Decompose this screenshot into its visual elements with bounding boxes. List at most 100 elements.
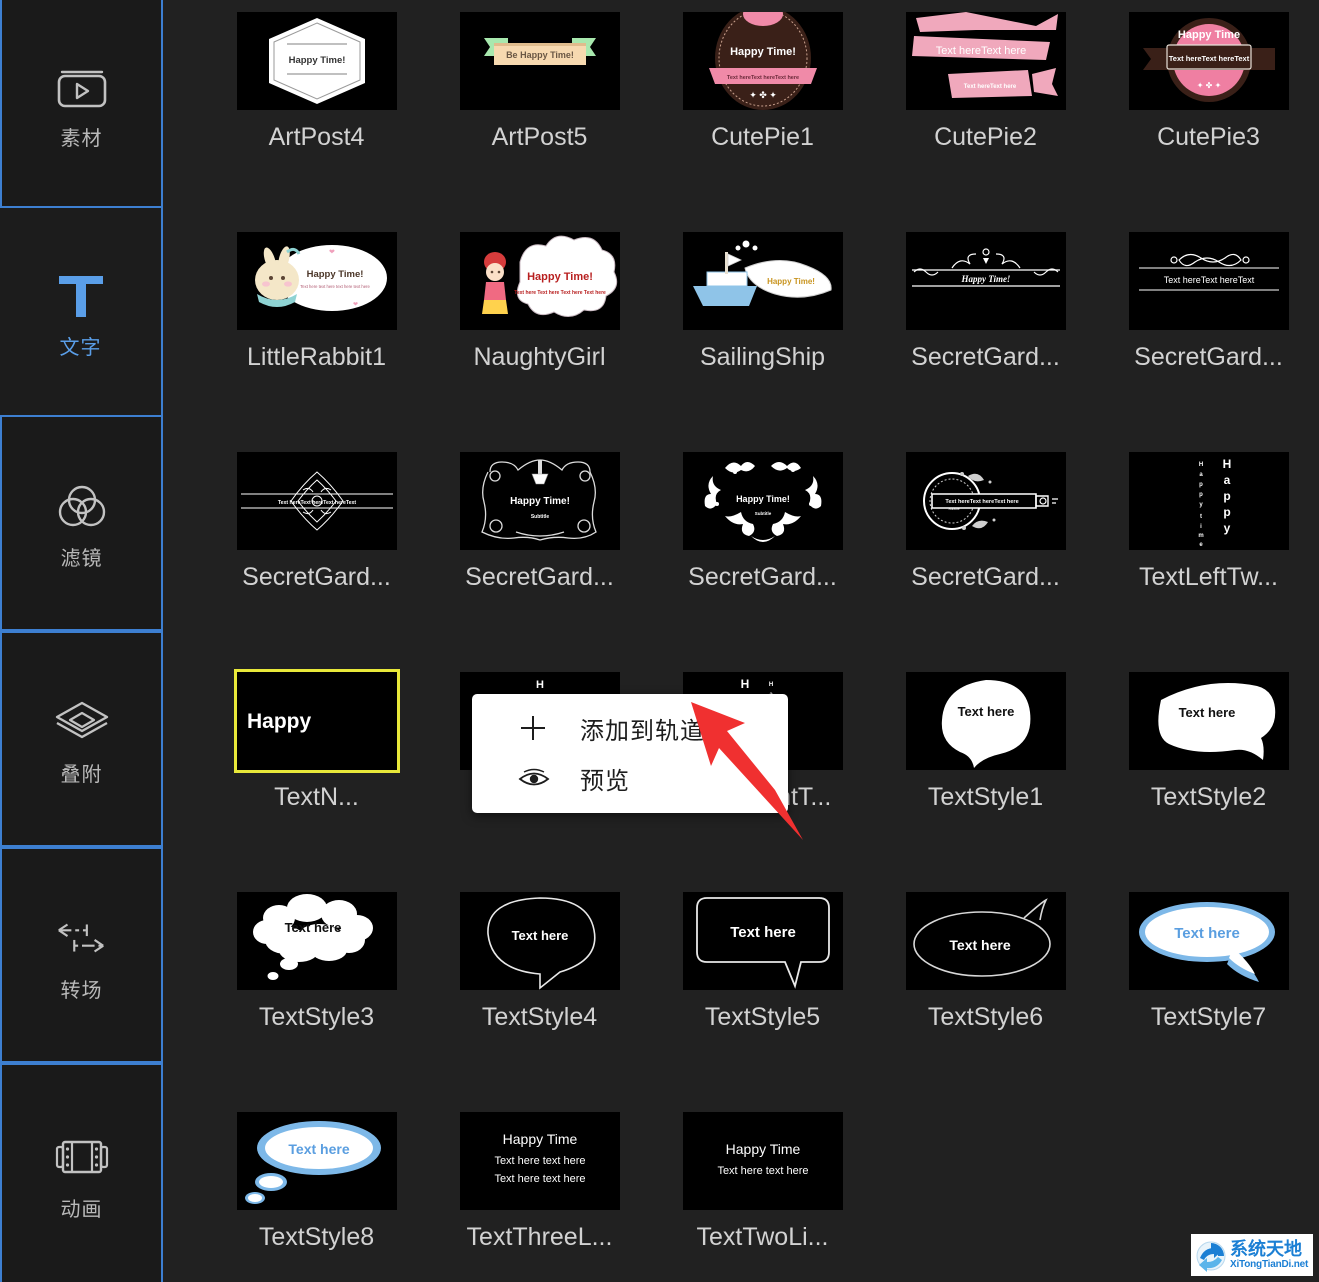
transition-arrows-icon bbox=[53, 909, 111, 967]
svg-text:Text here text here: Text here text here bbox=[494, 1155, 585, 1167]
template-cell[interactable]: Happy Time! Text here text here text her… bbox=[205, 232, 428, 452]
template-label: TextThreeL... bbox=[467, 1224, 613, 1252]
sidebar-item-label: 素材 bbox=[61, 129, 103, 149]
template-thumbnail[interactable]: Text here bbox=[906, 672, 1066, 770]
svg-text:t: t bbox=[1200, 514, 1202, 520]
template-gallery[interactable]: Happy Time! ArtPost4 Be Happy Time! ArtP… bbox=[163, 0, 1319, 1282]
template-thumbnail[interactable]: Happy Time Text hereText hereText ✦ ✤ ✦ bbox=[1129, 12, 1289, 110]
template-thumbnail[interactable]: H a p p y t i m e H a p p y bbox=[1129, 452, 1289, 550]
template-label: CutePie2 bbox=[934, 124, 1037, 152]
template-thumbnail[interactable]: Text hereText hereText hereText bbox=[237, 452, 397, 550]
template-thumbnail[interactable]: Text here bbox=[237, 892, 397, 990]
template-cell[interactable]: Happy Time! Subtitle SecretGard... bbox=[428, 452, 651, 672]
template-cell[interactable]: Be Happy Time! ArtPost5 bbox=[428, 12, 651, 232]
svg-text:Happy: Happy bbox=[247, 710, 312, 733]
template-cell[interactable]: Happy Time! SailingShip bbox=[651, 232, 874, 452]
template-thumbnail[interactable]: Happy Time! bbox=[237, 12, 397, 110]
template-thumbnail[interactable]: Happy Time Text here text here bbox=[683, 1112, 843, 1210]
template-cell[interactable]: Text here TextStyle7 bbox=[1097, 892, 1319, 1112]
template-thumbnail[interactable]: Text hereText hereText here Subtitle bbox=[906, 452, 1066, 550]
svg-text:Text here Text here Text here: Text here Text here Text here Text here bbox=[514, 290, 606, 296]
template-label: CutePie3 bbox=[1157, 124, 1260, 152]
template-thumbnail[interactable]: Text here bbox=[1129, 892, 1289, 990]
template-cell[interactable]: Text hereText hereText here Subtitle Sec… bbox=[874, 452, 1097, 672]
svg-text:❤: ❤ bbox=[353, 302, 358, 308]
template-cell-empty bbox=[874, 1112, 1097, 1282]
template-label: TextStyle3 bbox=[259, 1004, 374, 1032]
svg-text:Text hereText hereText here: Text hereText hereText here bbox=[726, 75, 798, 81]
svg-text:Subtitle: Subtitle bbox=[754, 511, 771, 516]
template-thumbnail[interactable]: Text here bbox=[1129, 672, 1289, 770]
svg-text:i: i bbox=[1200, 524, 1202, 530]
template-grid: Happy Time! ArtPost4 Be Happy Time! ArtP… bbox=[163, 0, 1319, 1282]
template-thumbnail[interactable]: Text hereText hereText bbox=[1129, 232, 1289, 330]
template-cell[interactable]: Text here TextStyle4 bbox=[428, 892, 651, 1112]
template-cell[interactable]: Text here TextStyle3 bbox=[205, 892, 428, 1112]
template-thumbnail[interactable]: Text here bbox=[683, 892, 843, 990]
template-cell[interactable]: Text here TextStyle2 bbox=[1097, 672, 1319, 892]
template-cell[interactable]: Text hereText here Text hereText here Cu… bbox=[874, 12, 1097, 232]
sidebar-item-filter[interactable]: 滤镜 bbox=[0, 415, 161, 631]
svg-text:e: e bbox=[1199, 542, 1203, 548]
video-clip-icon bbox=[53, 57, 111, 115]
template-cell[interactable]: Happy Time! Text here Text here Text her… bbox=[428, 232, 651, 452]
svg-text:Text here text here: Text here text here bbox=[494, 1173, 585, 1185]
svg-text:p: p bbox=[1199, 492, 1203, 498]
svg-text:Text here: Text here bbox=[949, 937, 1010, 953]
sidebar-item-overlay[interactable]: 叠附 bbox=[0, 631, 161, 847]
template-thumbnail[interactable]: Happy Time! Text here text here text her… bbox=[237, 232, 397, 330]
template-thumbnail[interactable]: Happy Time Text here text here Text here… bbox=[460, 1112, 620, 1210]
template-label: SecretGard... bbox=[911, 564, 1060, 592]
context-menu-item-add-to-track[interactable]: 添加到轨道 bbox=[472, 703, 788, 753]
template-cell[interactable]: Happy Time Text here text here Text here… bbox=[428, 1112, 651, 1282]
svg-text:Text here: Text here bbox=[288, 1141, 349, 1157]
template-cell[interactable]: Happy Time Text hereText hereText ✦ ✤ ✦ … bbox=[1097, 12, 1319, 232]
context-menu-item-label: 添加到轨道 bbox=[580, 711, 705, 746]
svg-text:p: p bbox=[1223, 489, 1230, 503]
svg-text:Happy Time: Happy Time bbox=[502, 1131, 577, 1147]
template-cell[interactable]: Happy Time! SecretGard... bbox=[874, 232, 1097, 452]
template-thumbnail[interactable]: Happy bbox=[237, 672, 397, 770]
template-cell[interactable]: Text here TextStyle8 bbox=[205, 1112, 428, 1282]
svg-text:Text hereText hereText here: Text hereText hereText here bbox=[945, 499, 1018, 505]
template-thumbnail[interactable]: Be Happy Time! bbox=[460, 12, 620, 110]
svg-text:Be Happy Time!: Be Happy Time! bbox=[506, 50, 574, 60]
template-cell[interactable]: Happy Time! Text hereText hereText here … bbox=[651, 12, 874, 232]
template-cell[interactable]: Text here TextStyle1 bbox=[874, 672, 1097, 892]
template-cell[interactable]: Text here TextStyle6 bbox=[874, 892, 1097, 1112]
template-cell[interactable]: Happy Time! Subtitle SecretGard... bbox=[651, 452, 874, 672]
template-label: SecretGard... bbox=[242, 564, 391, 592]
sidebar-item-transition[interactable]: 转场 bbox=[0, 847, 161, 1063]
template-thumbnail[interactable]: Text here bbox=[906, 892, 1066, 990]
template-label: LittleRabbit1 bbox=[247, 344, 386, 372]
template-thumbnail[interactable]: Happy Time! bbox=[906, 232, 1066, 330]
template-thumbnail[interactable]: Happy Time! Text hereText hereText here … bbox=[683, 12, 843, 110]
template-thumbnail[interactable]: Happy Time! Text here Text here Text her… bbox=[460, 232, 620, 330]
template-label: TextStyle7 bbox=[1151, 1004, 1266, 1032]
context-menu[interactable]: 添加到轨道 预览 bbox=[472, 694, 788, 813]
sidebar-item-media[interactable]: 素材 bbox=[0, 0, 161, 208]
template-cell-selected[interactable]: Happy TextN... bbox=[205, 672, 428, 892]
template-thumbnail[interactable]: Text hereText here Text hereText here bbox=[906, 12, 1066, 110]
template-cell[interactable]: Text hereText hereText SecretGard... bbox=[1097, 232, 1319, 452]
template-cell[interactable]: Text hereText hereText hereText SecretGa… bbox=[205, 452, 428, 672]
template-thumbnail[interactable]: Happy Time! bbox=[683, 232, 843, 330]
svg-text:Happy Time!: Happy Time! bbox=[767, 277, 815, 286]
globe-logo-icon bbox=[1194, 1238, 1228, 1272]
template-label: ArtPost4 bbox=[269, 124, 365, 152]
sidebar-item-animation[interactable]: 动画 bbox=[0, 1063, 161, 1282]
svg-text:✦ ✤ ✦: ✦ ✤ ✦ bbox=[1196, 81, 1221, 90]
template-thumbnail[interactable]: Text here bbox=[237, 1112, 397, 1210]
sidebar-item-text[interactable]: 文字 bbox=[0, 208, 161, 415]
template-cell[interactable]: Happy Time! ArtPost4 bbox=[205, 12, 428, 232]
template-cell[interactable]: Happy Time Text here text here TextTwoLi… bbox=[651, 1112, 874, 1282]
svg-text:Text hereText hereText hereTex: Text hereText hereText hereText bbox=[277, 500, 356, 506]
template-thumbnail[interactable]: Happy Time! Subtitle bbox=[683, 452, 843, 550]
template-cell[interactable]: H a p p y t i m e H a p p y bbox=[1097, 452, 1319, 672]
template-label: TextStyle2 bbox=[1151, 784, 1266, 812]
context-menu-item-preview[interactable]: 预览 bbox=[472, 753, 788, 803]
template-thumbnail[interactable]: Happy Time! Subtitle bbox=[460, 452, 620, 550]
template-thumbnail[interactable]: Text here bbox=[460, 892, 620, 990]
template-cell[interactable]: Text here TextStyle5 bbox=[651, 892, 874, 1112]
watermark-en: XiTongTianDi.net bbox=[1230, 1260, 1308, 1270]
